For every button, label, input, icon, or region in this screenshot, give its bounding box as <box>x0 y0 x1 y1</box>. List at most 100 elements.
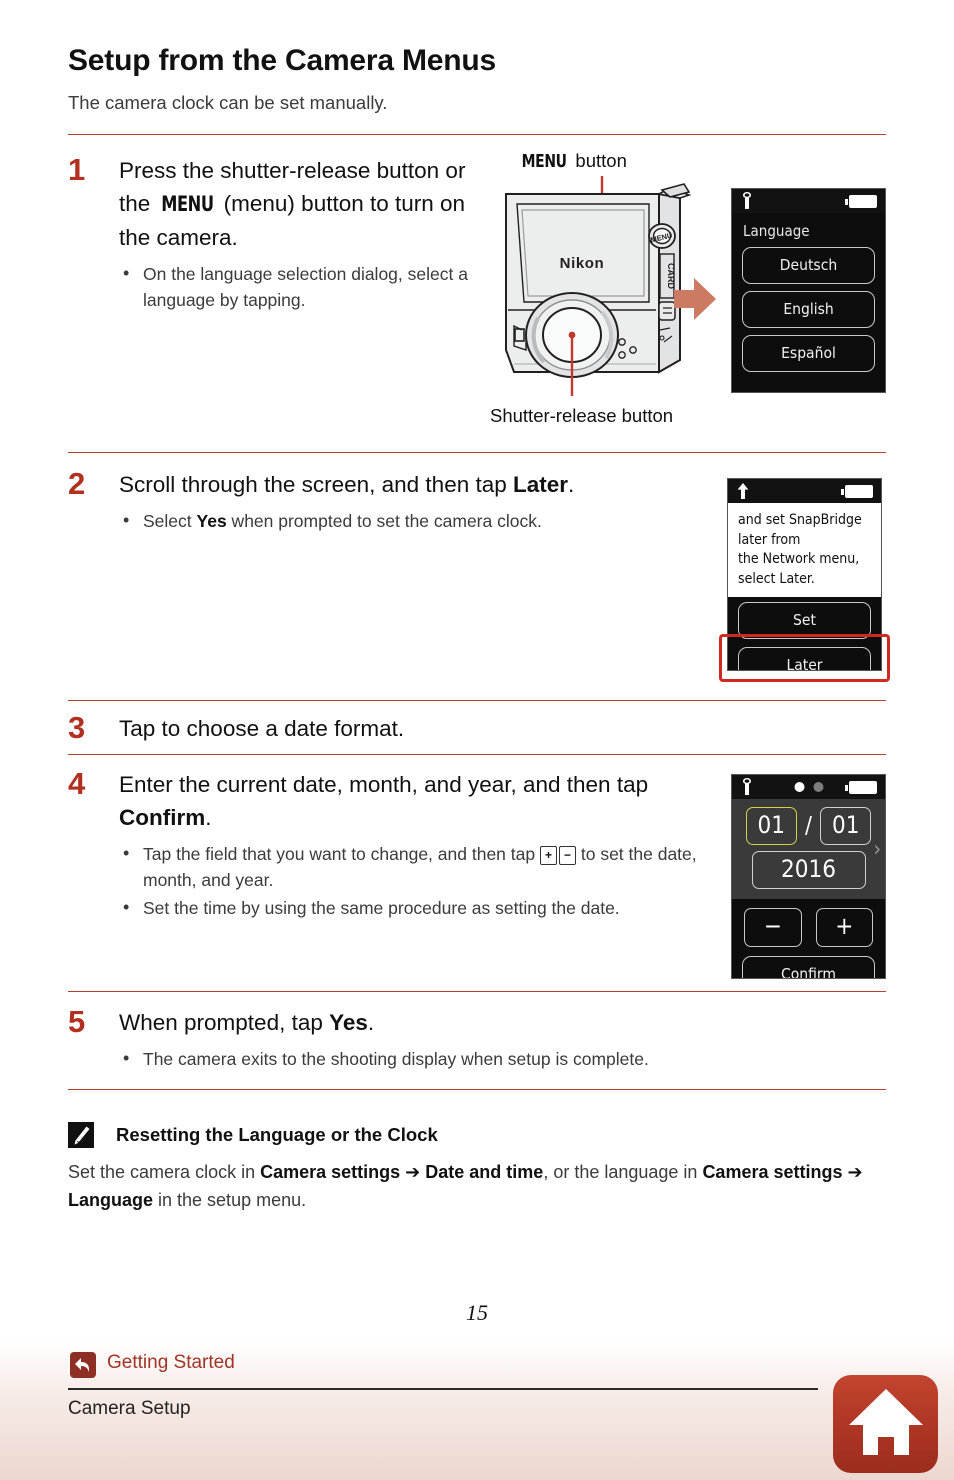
increment-decrement-row: − + <box>732 899 885 947</box>
page-subtitle: The camera clock can be set manually. <box>68 92 388 113</box>
divider-rule-3 <box>68 700 886 701</box>
home-button[interactable] <box>833 1375 938 1473</box>
up-arrow-icon <box>737 483 749 499</box>
wrench-icon <box>743 778 751 795</box>
getting-started-link[interactable]: Getting Started <box>107 1352 235 1374</box>
arrow-glyph-2: ➔ <box>847 1162 863 1182</box>
step-1-heading: Press the shutter-release button or the … <box>119 154 489 254</box>
note-title: Resetting the Language or the Clock <box>116 1124 438 1145</box>
page-number: 15 <box>466 1300 488 1325</box>
menu-button-callout-suffix: button <box>570 150 627 171</box>
message-line: the Network menu, <box>738 551 860 567</box>
step-5-heading: When prompted, tap Yes. <box>119 1006 819 1039</box>
language-option-espanol[interactable]: Español <box>742 335 875 372</box>
step-5-bullets: The camera exits to the shooting display… <box>119 1045 819 1072</box>
note-body: Set the camera clock in Camera settings … <box>68 1162 863 1210</box>
step-4-heading-emphasis: Confirm <box>119 805 206 830</box>
shutter-release-callout-label: Shutter-release button <box>490 405 674 426</box>
step-3-number: 3 <box>68 710 86 745</box>
step-2-heading: Scroll through the screen, and then tap … <box>119 468 699 501</box>
step-1-bullets: On the language selection dialog, select… <box>119 260 489 313</box>
date-entry-screen[interactable]: 01 / 01 2016 › − + Confirm <box>731 774 886 979</box>
date-month-field[interactable]: 01 <box>819 807 872 845</box>
step-2-heading-part-a: Scroll through the screen, and then tap <box>119 472 514 497</box>
language-screen-title: Language <box>743 222 810 240</box>
date-fields-area: 01 / 01 2016 › <box>732 799 885 899</box>
step-2-number: 2 <box>68 466 86 501</box>
snapbridge-prompt-screen[interactable]: and set SnapBridge later from the Networ… <box>727 478 882 671</box>
footer-section-label: Camera Setup <box>68 1398 191 1419</box>
step-4-heading-part-a: Enter the current date, month, and year,… <box>119 772 649 797</box>
language-option-english[interactable]: English <box>742 291 875 328</box>
manual-page: Setup from the Camera Menus The camera c… <box>0 0 954 1480</box>
lcd-status-bar <box>728 479 881 503</box>
divider-rule-2 <box>68 452 886 453</box>
wrench-icon <box>743 192 751 209</box>
plus-key-icon: + <box>539 846 557 865</box>
message-line: later from <box>738 531 801 548</box>
divider-rule-1 <box>68 134 886 135</box>
confirm-button[interactable]: Confirm <box>742 956 875 978</box>
list-item: Set the time by using the same procedure… <box>119 894 729 921</box>
step-5-heading-part-a: When prompted, tap <box>119 1010 330 1035</box>
menu-word-inline: MENU <box>160 192 214 216</box>
menu-button-callout-label: MENU button <box>518 150 627 172</box>
date-day-field[interactable]: 01 <box>745 807 797 845</box>
step-2-bullets: Select Yes when prompted to set the came… <box>119 507 699 534</box>
step-5-number: 5 <box>68 1004 86 1039</box>
list-item: The camera exits to the shooting display… <box>119 1045 819 1072</box>
date-separator: / <box>805 813 812 839</box>
step-3-heading: Tap to choose a date format. <box>119 716 405 741</box>
snapbridge-message: and set SnapBridge later from the Networ… <box>728 503 881 597</box>
step-5-body: When prompted, tap Yes. The camera exits… <box>119 1006 819 1074</box>
bullet-emphasis-yes: Yes <box>196 511 227 531</box>
page-indicator-dots <box>794 782 823 792</box>
step-1-body: Press the shutter-release button or the … <box>119 154 489 315</box>
step-3-body: Tap to choose a date format. <box>119 712 699 745</box>
list-item: On the language selection dialog, select… <box>119 260 489 313</box>
step-2-body: Scroll through the screen, and then tap … <box>119 468 699 536</box>
back-arrow-glyph <box>75 1358 89 1372</box>
date-day-month-row: 01 / 01 <box>732 807 885 845</box>
battery-icon <box>841 485 873 498</box>
home-icon <box>849 1389 923 1455</box>
page-dot-active <box>794 782 804 792</box>
divider-rule-6 <box>68 1089 886 1090</box>
increment-button[interactable]: + <box>815 908 873 947</box>
message-line: select Later. <box>738 570 815 587</box>
date-year-field[interactable]: 2016 <box>751 851 866 889</box>
note-bold-2: Date and time <box>425 1162 544 1182</box>
step-2-heading-emphasis: Later <box>513 472 569 497</box>
decrement-button[interactable]: − <box>744 908 802 947</box>
menu-word-callout: MENU <box>521 151 567 172</box>
step-4-number: 4 <box>68 766 86 801</box>
step-4-heading: Enter the current date, month, and year,… <box>119 768 729 834</box>
flow-arrow-icon <box>674 278 716 320</box>
message-line: and set SnapBridge <box>738 512 862 528</box>
pencil-glyph <box>68 1122 94 1148</box>
note-bold-1: Camera settings <box>260 1162 401 1182</box>
page-dot-inactive <box>813 782 823 792</box>
step-4-body: Enter the current date, month, and year,… <box>119 768 729 923</box>
chevron-right-icon[interactable]: › <box>873 839 881 860</box>
minus-key-icon: − <box>558 846 576 865</box>
note-bold-3: Camera settings <box>702 1162 843 1182</box>
page-title: Setup from the Camera Menus <box>68 44 497 77</box>
battery-icon <box>845 781 877 794</box>
pencil-icon <box>68 1122 94 1148</box>
back-arrow-icon[interactable] <box>70 1352 96 1378</box>
step-4-heading-part-c: . <box>205 805 212 830</box>
divider-rule-4 <box>68 754 886 755</box>
language-selection-screen[interactable]: Language Deutsch English Español <box>731 188 886 393</box>
list-item: Tap the field that you want to change, a… <box>119 840 729 893</box>
list-item: Select Yes when prompted to set the came… <box>119 507 699 534</box>
divider-rule-5 <box>68 991 886 992</box>
footer-divider <box>68 1388 818 1390</box>
lcd-status-bar <box>732 189 885 213</box>
snapbridge-set-button[interactable]: Set <box>738 602 871 639</box>
date-year-row: 2016 <box>732 851 885 889</box>
note-bold-4: Language <box>68 1190 154 1210</box>
language-option-deutsch[interactable]: Deutsch <box>742 247 875 284</box>
snapbridge-later-button[interactable]: Later <box>738 647 871 670</box>
lcd-status-bar <box>732 775 885 799</box>
